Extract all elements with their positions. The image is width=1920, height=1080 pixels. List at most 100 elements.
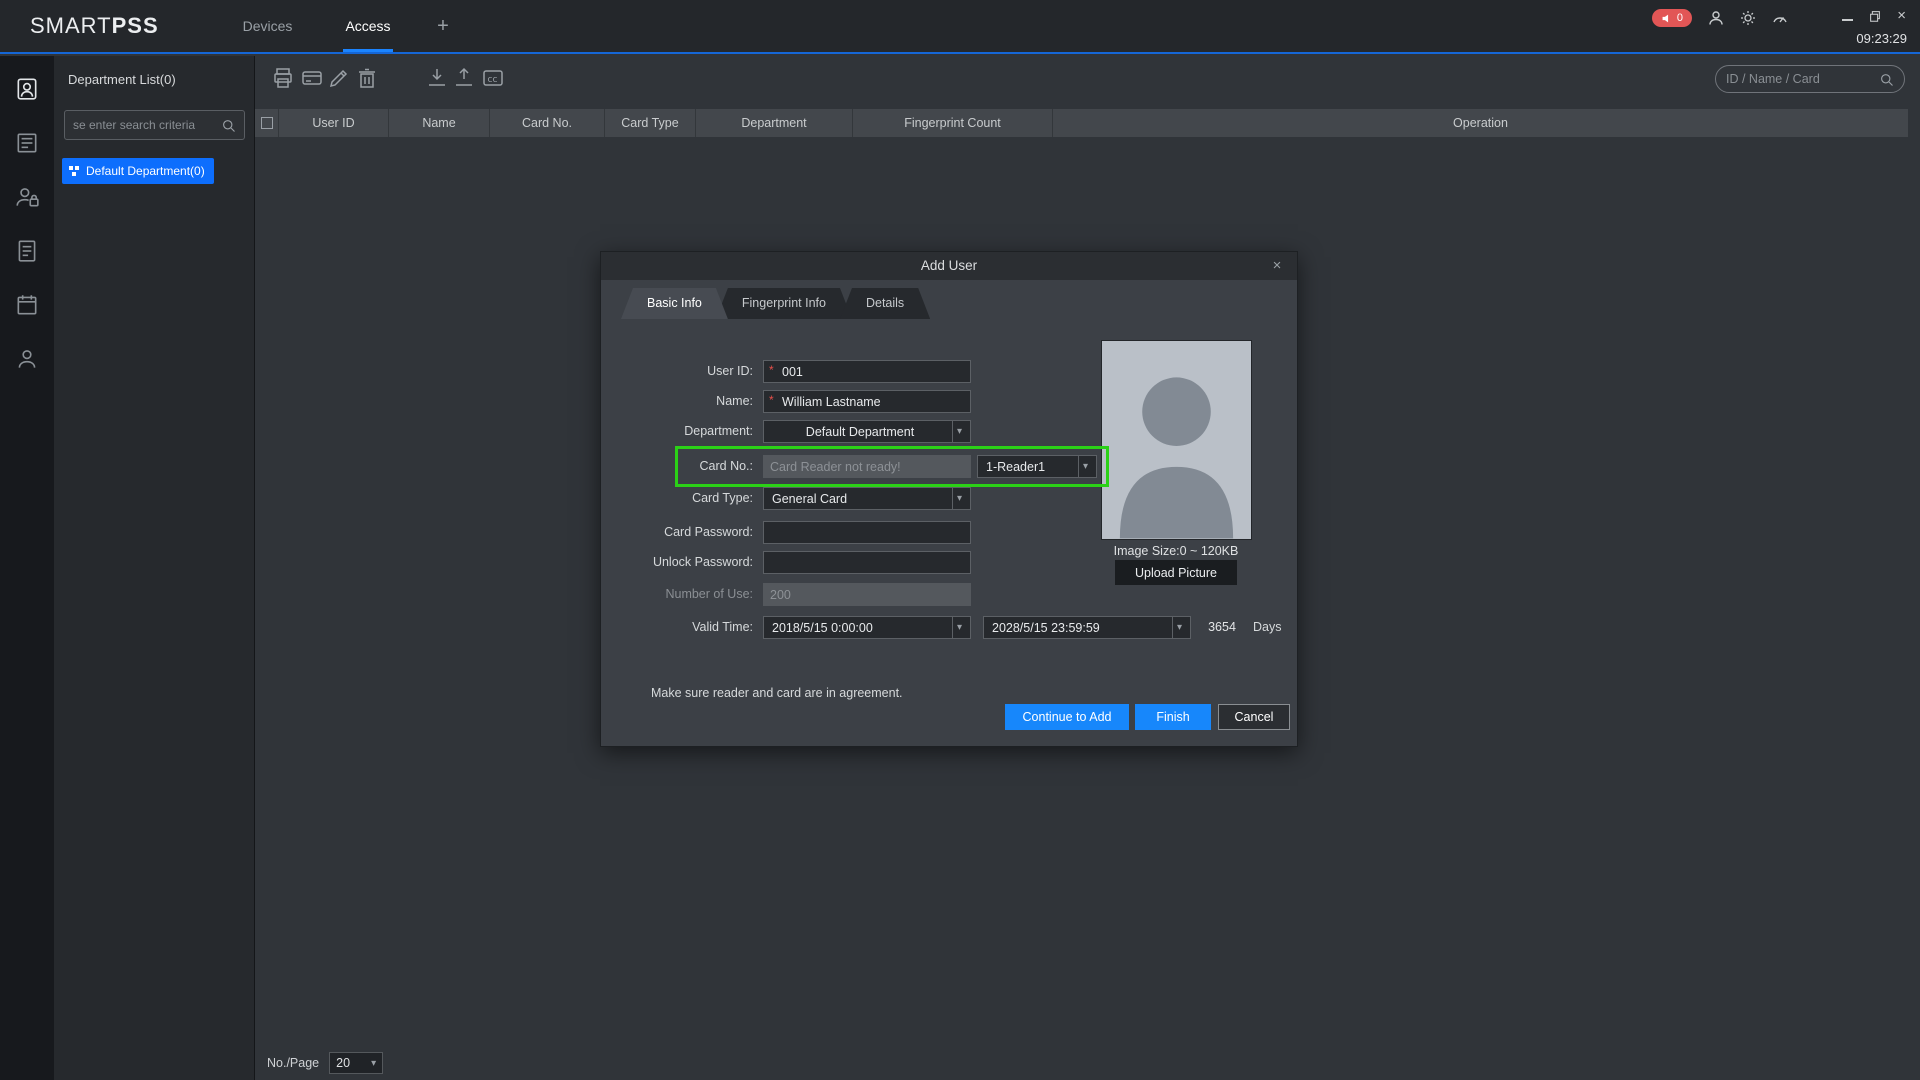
active-tab-indicator — [343, 49, 393, 52]
tab-details[interactable]: Details — [840, 288, 930, 319]
col-department: Department — [696, 109, 853, 137]
valid-time-end-select[interactable]: 2028/5/15 23:59:59 ▾ — [983, 616, 1191, 639]
system-clock: 09:23:29 — [1856, 31, 1907, 46]
col-user-id: User ID — [279, 109, 389, 137]
search-icon[interactable] — [1879, 72, 1894, 87]
org-tree-icon — [68, 165, 80, 177]
import-icon[interactable] — [425, 66, 449, 90]
user-id-label: User ID: — [601, 360, 753, 383]
tab-basic-info[interactable]: Basic Info — [621, 288, 728, 319]
dialog-footer-note: Make sure reader and card are in agreeme… — [651, 686, 903, 700]
user-search-box — [1715, 65, 1905, 93]
page-size-label: No./Page — [267, 1056, 319, 1070]
window-close-icon[interactable]: × — [1897, 8, 1906, 24]
chevron-down-icon: ▾ — [952, 421, 966, 442]
user-account-icon[interactable] — [1708, 10, 1724, 26]
valid-days-unit: Days — [1253, 616, 1281, 639]
window-minimize-icon[interactable] — [1842, 19, 1853, 21]
department-tree-item[interactable]: Default Department(0) — [62, 158, 214, 184]
department-select[interactable]: Default Department ▾ — [763, 420, 971, 443]
dialog-tabs: Basic Info Fingerprint Info Details — [621, 288, 918, 319]
name-label: Name: — [601, 390, 753, 413]
app-logo: SMARTPSS — [30, 0, 159, 52]
card-no-label: Card No.: — [601, 455, 753, 478]
chevron-down-icon: ▾ — [371, 1058, 376, 1069]
app-logo-light: SMART — [30, 13, 112, 38]
col-fingerprint-count: Fingerprint Count — [853, 109, 1053, 137]
tab-access[interactable]: Access — [332, 0, 404, 52]
alarm-count: 0 — [1677, 12, 1683, 24]
edit-pencil-icon[interactable] — [327, 66, 351, 90]
col-card-type: Card Type — [605, 109, 696, 137]
reader-select[interactable]: 1-Reader1 ▾ — [977, 455, 1097, 478]
valid-days-value: 3654 — [1201, 616, 1243, 639]
card-type-select[interactable]: General Card ▾ — [763, 487, 971, 510]
tab-fingerprint-info[interactable]: Fingerprint Info — [716, 288, 852, 319]
user-id-input[interactable] — [763, 360, 971, 383]
schedule-calendar-icon[interactable] — [14, 292, 40, 318]
tab-devices[interactable]: Devices — [225, 0, 310, 52]
department-label: Department: — [601, 420, 753, 443]
person-icon[interactable] — [14, 346, 40, 372]
select-all-cell — [255, 109, 279, 137]
user-search-input[interactable] — [1726, 72, 1873, 86]
card-password-input[interactable] — [763, 521, 971, 544]
dialog-close-icon[interactable]: × — [1267, 252, 1287, 280]
access-console-icon[interactable] — [14, 76, 40, 102]
settings-gear-icon[interactable] — [1740, 10, 1756, 26]
required-mark: * — [769, 363, 774, 377]
department-panel: Department List(0) Default Department(0) — [54, 56, 255, 1080]
delete-trash-icon[interactable] — [355, 66, 379, 90]
speaker-icon — [1661, 13, 1672, 24]
finish-button[interactable]: Finish — [1135, 704, 1211, 730]
continue-to-add-button[interactable]: Continue to Add — [1005, 704, 1129, 730]
required-mark: * — [769, 393, 774, 407]
page-size-value: 20 — [336, 1056, 371, 1070]
card-print-icon[interactable] — [271, 66, 295, 90]
attendance-device-icon[interactable] — [14, 130, 40, 156]
department-list-title: Department List(0) — [68, 72, 176, 87]
field-valid-time: Valid Time: 2018/5/15 0:00:00 ▾ 2028/5/1… — [601, 616, 1297, 639]
add-tab-button[interactable]: + — [428, 0, 458, 52]
user-permission-icon[interactable] — [14, 184, 40, 210]
user-table-header: User ID Name Card No. Card Type Departme… — [255, 109, 1908, 137]
name-input[interactable] — [763, 390, 971, 413]
department-search-box — [64, 110, 245, 140]
card-no-input[interactable] — [763, 455, 971, 478]
col-name: Name — [389, 109, 490, 137]
image-size-note: Image Size:0 ~ 120KB — [1041, 544, 1311, 558]
batch-issue-card-icon[interactable] — [300, 66, 324, 90]
title-bar: SMARTPSS Devices Access + 0 × 09:23:29 — [0, 0, 1920, 54]
chevron-down-icon: ▾ — [952, 488, 966, 509]
user-photo-placeholder — [1101, 340, 1252, 540]
dialog-title: Add User — [601, 252, 1297, 280]
cancel-button[interactable]: Cancel — [1218, 704, 1290, 730]
log-record-icon[interactable] — [14, 238, 40, 264]
upload-picture-button[interactable]: Upload Picture — [1115, 560, 1237, 585]
chevron-down-icon: ▾ — [1172, 617, 1186, 638]
person-silhouette-icon — [1102, 341, 1251, 539]
valid-time-label: Valid Time: — [601, 616, 753, 639]
field-number-of-use: Number of Use: — [601, 583, 1297, 606]
alarm-badge[interactable]: 0 — [1652, 9, 1692, 27]
export-icon[interactable] — [452, 66, 476, 90]
number-of-use-input[interactable] — [763, 583, 971, 606]
module-rail — [0, 56, 54, 1080]
window-restore-icon[interactable] — [1868, 9, 1882, 23]
page-size-select[interactable]: 20 ▾ — [329, 1052, 383, 1074]
chevron-down-icon: ▾ — [1078, 456, 1092, 477]
card-reader-cc-icon[interactable]: cc — [481, 66, 505, 90]
search-icon[interactable] — [221, 118, 236, 133]
card-type-label: Card Type: — [601, 487, 753, 510]
valid-time-start-select[interactable]: 2018/5/15 0:00:00 ▾ — [763, 616, 971, 639]
svg-text:cc: cc — [488, 75, 498, 85]
col-operation: Operation — [1053, 109, 1908, 137]
pagination-bar: No./Page 20 ▾ — [267, 1052, 383, 1074]
card-password-label: Card Password: — [601, 521, 753, 544]
performance-gauge-icon[interactable] — [1772, 10, 1788, 26]
select-all-checkbox[interactable] — [261, 117, 273, 129]
unlock-password-label: Unlock Password: — [601, 551, 753, 574]
department-item-label: Default Department(0) — [86, 164, 205, 178]
unlock-password-input[interactable] — [763, 551, 971, 574]
department-search-input[interactable] — [73, 118, 215, 132]
